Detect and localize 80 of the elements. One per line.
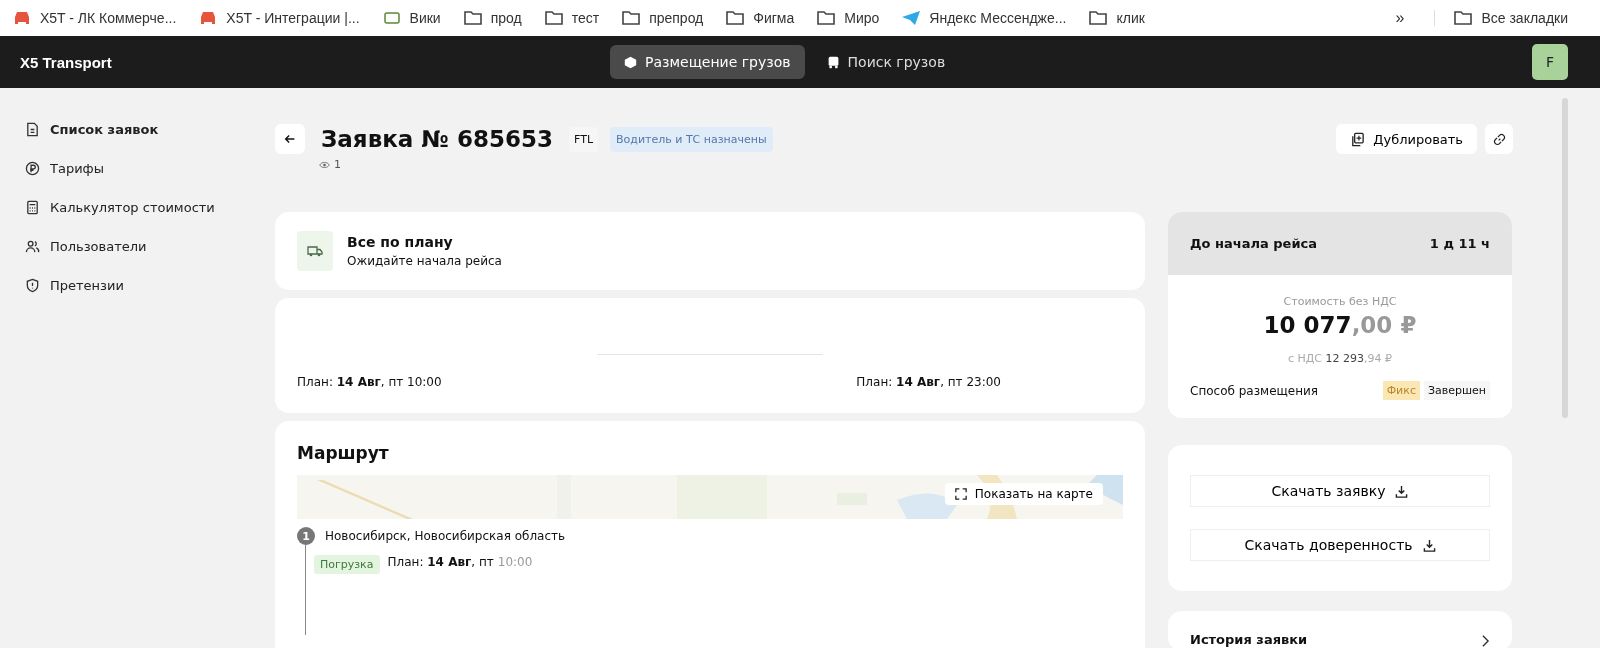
status-title: Все по плану	[347, 234, 454, 250]
paper-plane-icon	[901, 10, 922, 26]
back-arrow-icon	[283, 132, 297, 146]
vat-label: с НДС	[1287, 352, 1323, 365]
folder-icon	[621, 10, 642, 26]
folder-icon	[462, 10, 483, 26]
back-button[interactable]	[275, 124, 305, 154]
vat-value: 12 293	[1325, 352, 1365, 365]
folder-icon	[543, 10, 564, 26]
stop-address: Новосибирск, Новосибирская область	[325, 529, 566, 543]
shield-icon	[25, 278, 40, 293]
users-icon	[25, 239, 40, 254]
bookmark[interactable]: X5T - Интеграции |...	[198, 10, 360, 26]
bookmark[interactable]: Все закладки	[1434, 10, 1568, 26]
vat-cents: ,94 ₽	[1364, 352, 1393, 365]
truck-icon	[297, 231, 333, 271]
logo-icon	[381, 10, 402, 26]
folder-icon	[816, 10, 837, 26]
more-bookmarks-button[interactable]: »	[1395, 9, 1405, 27]
duplicate-icon	[1350, 131, 1366, 147]
method-status: Завершен	[1423, 381, 1490, 400]
plan-start: План: 14 Авг, пт 10:00	[297, 375, 442, 389]
bookmark[interactable]: прод	[462, 10, 522, 26]
car-icon	[12, 10, 32, 26]
bus-icon	[826, 55, 840, 69]
download-button[interactable]: Скачать заявку	[1190, 475, 1490, 507]
bookmark[interactable]: Вики	[381, 10, 441, 26]
logo[interactable]: X5 Transport	[20, 53, 610, 71]
folder-icon	[725, 10, 746, 26]
folder-icon	[1453, 10, 1474, 26]
timer-value: 1 д 11 ч	[1429, 236, 1490, 251]
chevron-right-icon	[1481, 635, 1490, 647]
sidebar-item[interactable]: Калькулятор стоимости	[0, 200, 275, 215]
status-subtitle: Ожидайте начала рейса	[347, 254, 502, 268]
sidebar-item[interactable]: Претензии	[0, 278, 275, 293]
avatar[interactable]: F	[1532, 44, 1568, 80]
duplicate-button[interactable]: Дублировать	[1336, 124, 1477, 154]
view-count: 1	[334, 158, 341, 171]
status-tag: Водитель и ТС назначены	[610, 126, 773, 152]
expand-icon	[954, 488, 967, 500]
history-link[interactable]: История заявки	[1168, 611, 1512, 648]
show-on-map-button[interactable]: Показать на карте	[944, 483, 1103, 505]
stop-time: 10:00	[497, 555, 533, 569]
stop-number: 1	[297, 527, 315, 545]
method-tag: Фикс	[1382, 381, 1420, 400]
price-label: Стоимость без НДС	[1282, 295, 1398, 308]
loading-tag: Погрузка	[314, 555, 380, 574]
method-label: Способ размещения	[1190, 383, 1319, 398]
link-icon	[1492, 132, 1506, 146]
sidebar-item[interactable]: Список заявок	[0, 122, 275, 137]
download-icon	[1395, 484, 1409, 498]
ruble-icon	[25, 161, 40, 176]
bookmark[interactable]: препрод	[621, 10, 704, 26]
copy-link-button[interactable]	[1485, 124, 1513, 154]
folder-icon	[1088, 10, 1109, 26]
route-title: Маршрут	[297, 443, 390, 463]
price-cents: ,00 ₽	[1351, 312, 1417, 338]
bookmark[interactable]: тест	[543, 10, 600, 26]
nav-tab[interactable]: Поиск грузов	[812, 45, 960, 79]
document-icon	[25, 122, 40, 137]
download-icon	[1422, 538, 1436, 552]
bookmark[interactable]: X5T - ЛК Коммерче...	[12, 10, 177, 26]
download-button[interactable]: Скачать доверенность	[1190, 529, 1490, 561]
sidebar-item[interactable]: Тарифы	[0, 161, 275, 176]
bookmark[interactable]: Фигма	[725, 10, 795, 26]
scrollbar[interactable]	[1562, 98, 1568, 418]
bookmark[interactable]: Яндекс Мессендже...	[901, 10, 1067, 26]
bookmark[interactable]: клик	[1088, 10, 1145, 26]
page-title: Заявка № 685653	[321, 126, 554, 152]
plan-end: План: 14 Авг, пт 23:00	[856, 375, 1001, 389]
nav-tab[interactable]: Размещение грузов	[610, 45, 805, 79]
price-value: 10 077	[1263, 312, 1352, 338]
bookmark[interactable]: Миро	[816, 10, 880, 26]
box-icon	[624, 55, 637, 69]
eye-icon	[319, 160, 330, 169]
calculator-icon	[25, 200, 40, 215]
stop-plan: План: 14 Авг, пт	[387, 555, 494, 569]
sidebar-item[interactable]: Пользователи	[0, 239, 275, 254]
type-tag: FTL	[569, 126, 598, 152]
timer-label: До начала рейса	[1190, 236, 1318, 251]
